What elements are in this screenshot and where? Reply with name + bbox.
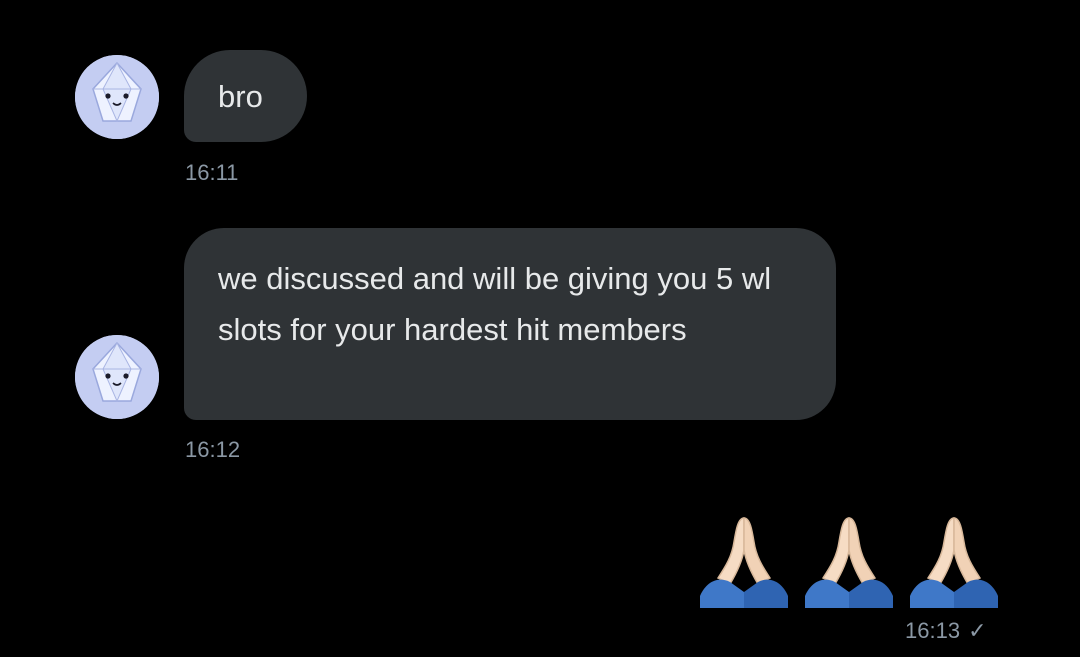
diamond-mascot-icon (75, 335, 159, 419)
message-text: we discussed and will be giving you 5 wl… (218, 261, 772, 347)
message-bubble-incoming[interactable]: we discussed and will be giving you 5 wl… (184, 228, 836, 420)
outgoing-emoji-message[interactable] (696, 508, 1002, 608)
sender-avatar[interactable] (75, 335, 159, 419)
message-text: bro (218, 79, 263, 114)
folded-hands-icon (801, 508, 897, 608)
message-timestamp: 16:12 (185, 437, 241, 462)
outgoing-timestamp-row: 16:13 ✓ (905, 618, 987, 644)
message-timestamp: 16:13 (905, 618, 961, 643)
message-bubble-incoming[interactable]: bro (184, 50, 307, 142)
message-timestamp: 16:11 (185, 160, 239, 185)
sent-check-icon: ✓ (968, 618, 987, 643)
folded-hands-icon (906, 508, 1002, 608)
folded-hands-icon (696, 508, 792, 608)
sender-avatar[interactable] (75, 55, 159, 139)
diamond-mascot-icon (75, 55, 159, 139)
